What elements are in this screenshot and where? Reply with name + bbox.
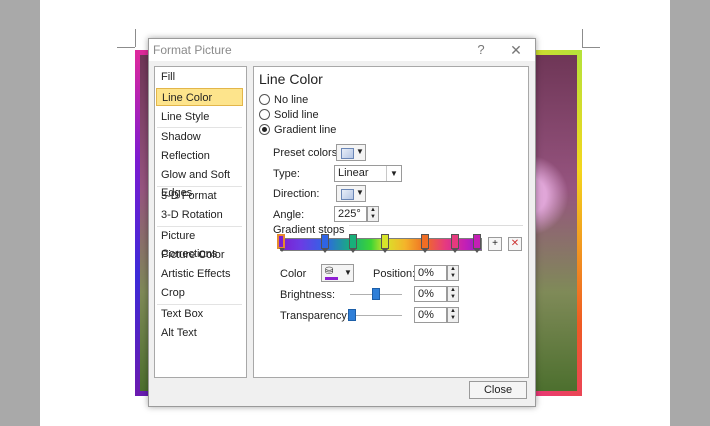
solid-line-radio[interactable]: Solid line — [259, 108, 319, 122]
transparency-input[interactable]: 0% — [414, 307, 447, 323]
transparency-slider[interactable] — [348, 309, 356, 321]
close-icon[interactable]: ✕ — [507, 41, 525, 59]
radio-button-checked[interactable] — [259, 124, 270, 135]
preset-swatch-icon — [341, 148, 354, 159]
direction-swatch-icon — [341, 189, 354, 200]
nav-item-shadow[interactable]: Shadow — [156, 128, 243, 146]
remove-stop-icon[interactable]: ✕ — [508, 237, 522, 251]
chevron-down-icon: ▼ — [356, 188, 364, 197]
dialog-title: Format Picture — [153, 43, 232, 57]
nav-item-alt-text[interactable]: Alt Text — [156, 324, 243, 342]
stop-color-dropdown[interactable]: ⛁ ▼ — [321, 264, 354, 282]
nav-item-artistic-effects[interactable]: Artistic Effects — [156, 265, 243, 283]
radio-button[interactable] — [259, 94, 270, 105]
angle-input[interactable]: 225° — [334, 206, 367, 222]
chevron-down-icon[interactable]: ▼ — [386, 166, 401, 181]
crop-mark — [135, 29, 136, 47]
solid-line-label: Solid line — [274, 109, 319, 121]
close-button[interactable]: Close — [469, 381, 527, 399]
nav-item-glow-soft-edges[interactable]: Glow and Soft Edges — [156, 166, 243, 199]
gradient-line-label: Gradient line — [274, 124, 337, 136]
brightness-input[interactable]: 0% — [414, 286, 447, 302]
category-list: Fill Line Color Line Style Shadow Reflec… — [154, 66, 247, 378]
help-icon[interactable]: ? — [473, 41, 489, 59]
radio-button[interactable] — [259, 109, 270, 120]
gradient-stop[interactable] — [381, 234, 389, 253]
brightness-label: Brightness: — [280, 289, 336, 301]
type-label: Type: — [273, 168, 300, 180]
format-picture-dialog: Format Picture ? ✕ Fill Line Color Line … — [148, 38, 536, 407]
crop-mark — [582, 29, 583, 47]
dialog-titlebar[interactable]: Format Picture ? ✕ — [149, 39, 535, 61]
direction-dropdown[interactable]: ▼ — [336, 185, 366, 202]
gradient-stop[interactable] — [421, 234, 429, 253]
no-line-label: No line — [274, 94, 309, 106]
color-swatch — [325, 277, 338, 280]
nav-item-picture-color[interactable]: Picture Color — [156, 246, 243, 264]
type-select[interactable]: Linear ▼ — [334, 165, 402, 182]
no-line-radio[interactable]: No line — [259, 93, 308, 107]
transparency-track[interactable] — [350, 315, 402, 316]
position-label: Position: — [373, 268, 416, 280]
direction-label: Direction: — [273, 188, 320, 200]
nav-item-text-box[interactable]: Text Box — [156, 305, 243, 323]
angle-spinner[interactable]: ▲ ▼ — [367, 206, 379, 222]
paint-bucket-icon: ⛁ — [325, 266, 334, 277]
nav-item-line-color[interactable]: Line Color — [156, 88, 243, 106]
line-color-panel: Line Color No line Solid line Gradient l… — [253, 66, 529, 378]
nav-item-3d-format[interactable]: 3-D Format — [156, 187, 243, 205]
nav-item-line-style[interactable]: Line Style — [156, 108, 243, 126]
panel-title: Line Color — [259, 71, 323, 87]
position-spinner[interactable]: ▲ ▼ — [447, 265, 459, 281]
nav-item-crop[interactable]: Crop — [156, 284, 243, 302]
brightness-slider[interactable] — [372, 288, 380, 300]
color-label: Color — [280, 268, 307, 280]
transparency-spinner[interactable]: ▲ ▼ — [447, 307, 459, 323]
crop-mark — [582, 47, 600, 48]
gradient-stop[interactable] — [321, 234, 329, 253]
angle-label: Angle: — [273, 209, 305, 221]
nav-item-fill[interactable]: Fill — [156, 68, 243, 86]
gradient-stop[interactable] — [349, 234, 357, 253]
position-input[interactable]: 0% — [414, 265, 447, 281]
nav-item-reflection[interactable]: Reflection — [156, 147, 243, 165]
crop-mark — [117, 47, 135, 48]
type-select-value: Linear — [338, 167, 369, 179]
transparency-label: Transparency: — [280, 310, 350, 322]
gradient-stop[interactable] — [473, 234, 481, 253]
gradient-line-radio[interactable]: Gradient line — [259, 123, 336, 137]
chevron-down-icon: ▼ — [356, 147, 364, 156]
nav-item-3d-rotation[interactable]: 3-D Rotation — [156, 206, 243, 224]
preset-colors-dropdown[interactable]: ▼ — [336, 144, 366, 161]
chevron-down-icon: ▼ — [344, 268, 352, 277]
preset-colors-label: Preset colors: — [273, 147, 341, 159]
nav-item-picture-corrections[interactable]: Picture Corrections — [156, 227, 243, 260]
gradient-stop[interactable] — [277, 234, 285, 252]
add-stop-icon[interactable]: + — [488, 237, 502, 251]
brightness-spinner[interactable]: ▲ ▼ — [447, 286, 459, 302]
gradient-stop[interactable] — [451, 234, 459, 253]
